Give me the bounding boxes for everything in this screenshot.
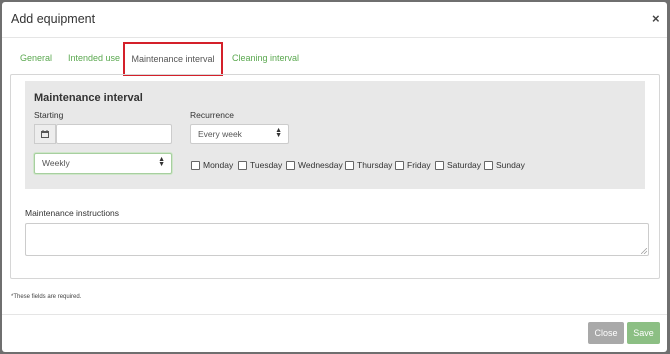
- day-checkbox-thursday[interactable]: Thursday: [345, 160, 392, 170]
- day-checkbox-saturday[interactable]: Saturday: [435, 160, 481, 170]
- tab-intended-use[interactable]: Intended use: [68, 43, 120, 73]
- maintenance-interval-section: Maintenance interval Starting Recurrence…: [25, 81, 645, 189]
- modal-title: Add equipment: [11, 12, 96, 26]
- day-checkbox-tuesday[interactable]: Tuesday: [238, 160, 282, 170]
- checkbox[interactable]: [345, 160, 354, 170]
- recurrence-value: Every week: [198, 129, 242, 139]
- maintenance-instructions-textarea[interactable]: [25, 223, 649, 256]
- select-caret-icon: ▲ ▼: [275, 127, 282, 139]
- select-caret-icon: ▲ ▼: [158, 156, 165, 168]
- checkbox[interactable]: [286, 160, 295, 170]
- save-button[interactable]: Save: [627, 322, 660, 344]
- tab-content-panel: Maintenance interval Starting Recurrence…: [10, 74, 660, 279]
- calendar-icon[interactable]: [34, 124, 56, 144]
- recurrence-label: Recurrence: [190, 110, 234, 120]
- day-label: Thursday: [357, 160, 393, 170]
- tab-bar: General Intended use Maintenance interva…: [11, 42, 659, 76]
- instructions-label: Maintenance instructions: [25, 208, 120, 218]
- modal-header: Add equipment ×: [2, 2, 667, 38]
- checkbox[interactable]: [395, 160, 404, 170]
- checkbox[interactable]: [238, 160, 247, 170]
- day-label: Friday: [407, 160, 431, 170]
- checkbox[interactable]: [191, 160, 200, 170]
- day-checkbox-monday[interactable]: Monday: [191, 160, 233, 170]
- add-equipment-modal: Add equipment × General Intended use Mai…: [2, 2, 667, 352]
- day-checkbox-sunday[interactable]: Sunday: [484, 160, 525, 170]
- day-label: Tuesday: [250, 160, 283, 170]
- day-label: Wednesday: [298, 160, 343, 170]
- tab-maintenance-interval[interactable]: Maintenance interval: [123, 42, 223, 76]
- day-label: Saturday: [447, 160, 482, 170]
- tab-cleaning-interval[interactable]: Cleaning interval: [232, 43, 299, 73]
- checkbox[interactable]: [484, 160, 493, 170]
- starting-date-input[interactable]: [56, 124, 172, 144]
- period-select[interactable]: Weekly ▲ ▼: [34, 153, 172, 174]
- resize-grip-icon[interactable]: [641, 248, 647, 254]
- checkbox[interactable]: [435, 160, 444, 170]
- recurrence-select[interactable]: Every week ▲ ▼: [190, 124, 289, 144]
- day-label: Sunday: [496, 160, 525, 170]
- footer-divider: [2, 314, 667, 315]
- required-fields-note: *These fields are required.: [11, 294, 82, 300]
- starting-label: Starting: [34, 110, 64, 120]
- tab-general[interactable]: General: [20, 43, 52, 73]
- close-button[interactable]: Close: [588, 322, 624, 344]
- day-checkbox-wednesday[interactable]: Wednesday: [286, 160, 343, 170]
- close-icon[interactable]: ×: [652, 11, 660, 26]
- day-checkbox-friday[interactable]: Friday: [395, 160, 431, 170]
- section-title: Maintenance interval: [34, 92, 143, 104]
- day-label: Monday: [203, 160, 234, 170]
- period-value: Weekly: [42, 158, 70, 168]
